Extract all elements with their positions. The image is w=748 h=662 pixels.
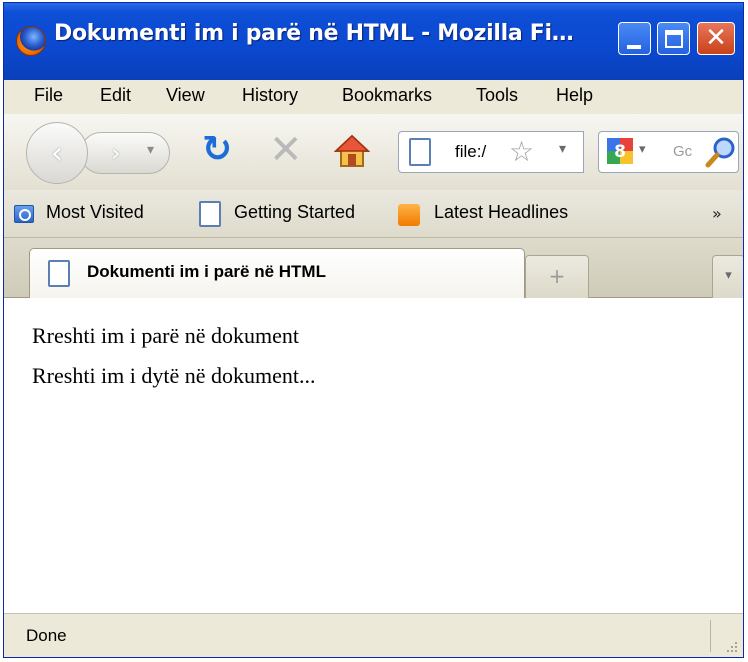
page-icon (199, 201, 221, 227)
status-divider (710, 620, 711, 652)
menu-tools[interactable]: Tools (476, 85, 518, 106)
back-icon: ‹ (51, 136, 63, 171)
stop-icon[interactable]: ✕ (269, 130, 303, 170)
forward-icon: › (111, 139, 121, 167)
minimize-button[interactable] (618, 22, 651, 55)
menu-view[interactable]: View (166, 85, 205, 106)
navigation-toolbar: › ▾ ‹ ↻ ✕ file:/ ☆ ▾ 8 ▾ Gc (4, 114, 743, 190)
history-dropdown-icon[interactable]: ▾ (147, 142, 154, 158)
most-visited-icon (14, 205, 34, 223)
resize-grip-icon[interactable] (721, 636, 739, 654)
google-icon[interactable]: 8 (607, 138, 633, 164)
bookmarks-overflow-button[interactable]: » (712, 204, 722, 223)
browser-window: Dokumenti im i parë në HTML - Mozilla Fi… (3, 2, 744, 658)
url-input[interactable]: file:/ (455, 142, 486, 162)
close-icon: ✕ (705, 23, 727, 53)
status-bar: Done (4, 613, 743, 657)
plus-icon: + (548, 264, 566, 288)
chevron-down-icon: ▾ (725, 268, 732, 283)
close-button[interactable]: ✕ (697, 22, 735, 55)
page-content: Rreshti im i parë në dokument Rreshti im… (4, 298, 743, 613)
menu-history[interactable]: History (242, 85, 298, 106)
home-icon[interactable] (334, 134, 370, 168)
menu-edit[interactable]: Edit (100, 85, 131, 106)
magnifier-icon[interactable] (705, 136, 737, 168)
new-tab-button[interactable]: + (525, 255, 589, 298)
forward-button[interactable]: › ▾ (80, 132, 170, 174)
search-engine-dropdown-icon[interactable]: ▾ (639, 142, 646, 157)
svg-text:8: 8 (614, 142, 626, 162)
firefox-logo-icon[interactable] (16, 26, 46, 56)
title-bar[interactable]: Dokumenti im i parë në HTML - Mozilla Fi… (4, 3, 743, 80)
star-icon[interactable]: ☆ (509, 135, 534, 168)
content-line: Rreshti im i dytë në dokument... (32, 363, 316, 388)
bookmarks-toolbar: Most Visited Getting Started Latest Head… (4, 190, 743, 238)
maximize-button[interactable] (657, 22, 690, 55)
back-button[interactable]: ‹ (26, 122, 88, 184)
status-text: Done (26, 626, 67, 645)
page-icon (409, 138, 431, 166)
bookmark-most-visited[interactable]: Most Visited (46, 202, 144, 223)
tab-title: Dokumenti im i parë në HTML (87, 262, 326, 281)
url-dropdown-icon[interactable]: ▾ (559, 141, 566, 157)
rss-icon (398, 204, 420, 226)
tab-strip: Dokumenti im i parë në HTML + ▾ (4, 238, 743, 298)
search-bar[interactable]: 8 ▾ Gc (598, 131, 739, 173)
tab-list-button[interactable]: ▾ (712, 255, 743, 298)
menu-help[interactable]: Help (556, 85, 593, 106)
tab-active[interactable]: Dokumenti im i parë në HTML (29, 248, 525, 298)
page-icon (48, 260, 70, 287)
menu-bar: File Edit View History Bookmarks Tools H… (4, 80, 743, 114)
window-title: Dokumenti im i parë në HTML - Mozilla Fi… (54, 21, 574, 46)
bookmark-getting-started[interactable]: Getting Started (234, 202, 355, 223)
url-bar[interactable]: file:/ ☆ ▾ (398, 131, 584, 173)
content-line: Rreshti im i parë në dokument (32, 323, 299, 348)
bookmark-latest-headlines[interactable]: Latest Headlines (434, 202, 568, 223)
reload-icon[interactable]: ↻ (202, 132, 232, 168)
menu-file[interactable]: File (34, 85, 63, 106)
menu-bookmarks[interactable]: Bookmarks (342, 85, 432, 106)
search-input[interactable]: Gc (673, 143, 692, 160)
